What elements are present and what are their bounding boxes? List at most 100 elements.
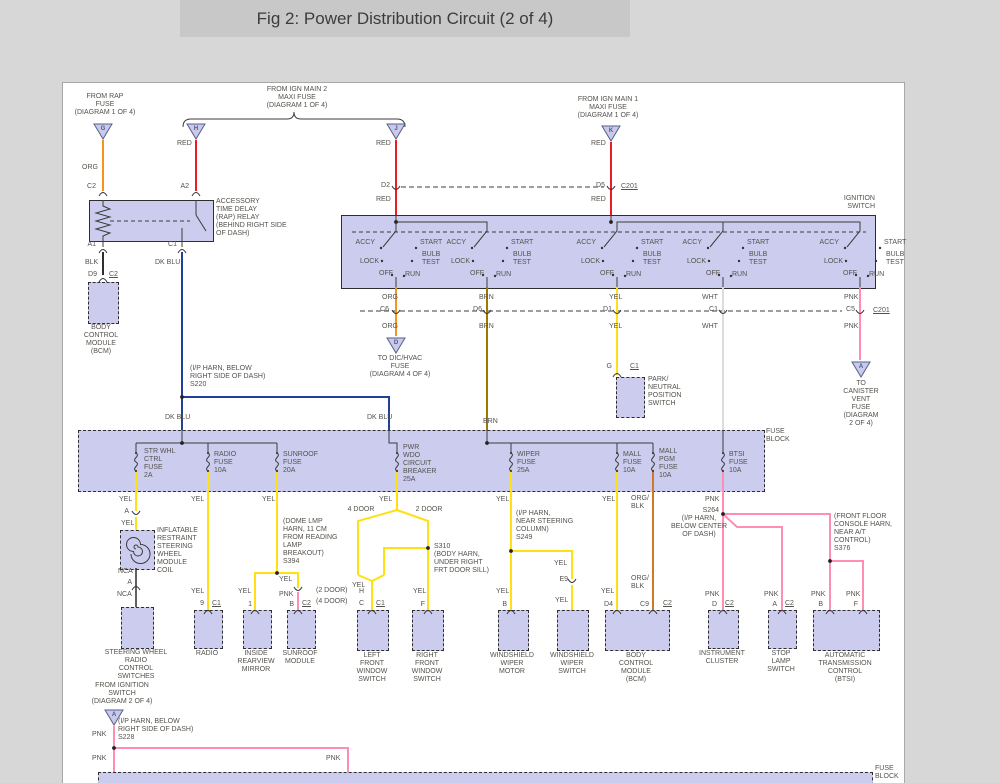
to-dic-hvac: TO DIC/HVAC FUSE (DIAGRAM 4 OF 4) bbox=[369, 355, 431, 378]
ign-bus-j bbox=[396, 221, 488, 231]
wire-pnk-ic: PNK bbox=[705, 591, 720, 598]
connector-icon bbox=[98, 192, 108, 197]
splice-dot bbox=[609, 220, 613, 224]
out-yel-radio: YEL bbox=[191, 496, 205, 503]
wire-pnk-bot1: PNK bbox=[92, 731, 107, 738]
pnp-label: PARK/ NEUTRAL POSITION SWITCH bbox=[648, 376, 682, 407]
wire-pnk-sls: PNK bbox=[764, 591, 779, 598]
ign-bus-k bbox=[616, 221, 861, 231]
conn-c1-radio: C1 bbox=[212, 600, 221, 607]
nca-label-2: NCA bbox=[117, 591, 132, 598]
nca-label-1: NCA bbox=[118, 568, 133, 575]
wire-yel-a: YEL bbox=[609, 294, 623, 301]
splice-dot bbox=[426, 546, 430, 550]
bcm-top-label: BODY CONTROL MODULE (BCM) bbox=[83, 324, 119, 355]
ign-wiper-3 bbox=[709, 222, 724, 248]
rap-relay-label: ACCESSORY TIME DELAY (RAP) RELAY (BEHIND… bbox=[216, 198, 287, 237]
wire-brn-b: BRN bbox=[479, 323, 494, 330]
fuse-element-symbol bbox=[275, 452, 279, 472]
fuse-element-symbol bbox=[134, 452, 138, 472]
splice-s394-label: (DOME LMP HARN, 11 CM FROM READING LAMP … bbox=[283, 518, 338, 565]
pin-d9: D9 bbox=[88, 271, 97, 278]
pin-d2: D2 bbox=[381, 182, 390, 189]
pin-c1-relay: C1 bbox=[168, 241, 177, 248]
bcm-bottom-label: BODY CONTROL MODULE (BCM) bbox=[618, 652, 654, 683]
ign-run-3: RUN bbox=[732, 271, 748, 278]
out-yel-coil: YEL bbox=[119, 496, 133, 503]
splice-dot bbox=[485, 441, 489, 445]
out-pnk-btsi: PNK bbox=[705, 496, 720, 503]
pin-a-sls: A bbox=[772, 601, 777, 608]
wire-red-j2-label: RED bbox=[376, 196, 391, 203]
sls-label: STOP LAMP SWITCH bbox=[767, 650, 795, 673]
connector-icon bbox=[858, 610, 868, 615]
ign-start-1: START bbox=[511, 239, 534, 246]
connector-icon bbox=[777, 610, 787, 615]
splice-dot bbox=[112, 746, 116, 750]
fuse-element-symbol bbox=[206, 452, 210, 472]
pin-d5: D5 bbox=[596, 182, 605, 189]
wire-pnk-sunroof: PNK bbox=[279, 591, 294, 598]
conn-c2-sls: C2 bbox=[785, 600, 794, 607]
pin-d1: D1 bbox=[603, 306, 612, 313]
wire-yel-mirror: YEL bbox=[238, 588, 252, 595]
ign-lock-2: LOCK bbox=[580, 258, 600, 265]
pin-a2-relay: A2 bbox=[180, 183, 189, 190]
ign-wiper-0 bbox=[382, 222, 397, 248]
pin-d4-bcm: D4 bbox=[604, 601, 613, 608]
triangle-g-letter: G bbox=[100, 126, 106, 132]
mirror-label: INSIDE REARVIEW MIRROR bbox=[237, 650, 275, 673]
connector-icon bbox=[191, 192, 201, 197]
diagram-canvas: Fig 2: Power Distribution Circuit (2 of … bbox=[0, 0, 1000, 783]
from-ignition-bottom: FROM IGNITION SWITCH (DIAGRAM 2 OF 4) bbox=[91, 682, 153, 705]
pin-c1-ign: C1 bbox=[709, 306, 718, 313]
splice-s228-label: (I/P HARN, BELOW RIGHT SIDE OF DASH) S22… bbox=[118, 718, 194, 741]
pin-e9: E9 bbox=[559, 576, 568, 583]
dkblu-branch bbox=[182, 396, 390, 430]
fuse-element-symbol bbox=[721, 452, 725, 472]
pin-9-radio: 9 bbox=[200, 600, 204, 607]
splice-s264-note: (I/P HARN, BELOW CENTER OF DASH) bbox=[670, 515, 728, 538]
label-2door: 2 DOOR bbox=[415, 506, 443, 513]
pin-c9-bcm: C9 bbox=[640, 601, 649, 608]
out-orgblk: ORG/ BLK bbox=[631, 495, 649, 510]
wire-yel-sunroof2: YEL bbox=[279, 576, 293, 583]
ic-label: INSTRUMENT CLUSTER bbox=[699, 650, 745, 665]
splice-s249-label: (I/P HARN, NEAR STEERING COLUMN) S249 bbox=[516, 510, 574, 541]
splice-dot bbox=[180, 395, 184, 399]
pin-h-lws: H bbox=[358, 588, 364, 595]
ign-run-0: RUN bbox=[405, 271, 421, 278]
pin-c5: C5 bbox=[846, 306, 855, 313]
fuse-element-symbol bbox=[651, 452, 655, 472]
fuse-mall-label: MALL FUSE 10A bbox=[623, 451, 642, 474]
wire-pnk-bot3: PNK bbox=[326, 755, 341, 762]
wire-yel-radio2: YEL bbox=[191, 588, 205, 595]
pin-a-swrc: A bbox=[127, 579, 132, 586]
fuse-element-symbol bbox=[615, 452, 619, 472]
wire-dkblu2-label: DK BLU bbox=[165, 414, 191, 421]
out-yel-mall: YEL bbox=[602, 496, 616, 503]
fuse-element-symbol bbox=[509, 452, 513, 472]
splice-dot bbox=[180, 441, 184, 445]
ign-wiper-4 bbox=[846, 222, 861, 248]
pin-c2-relay: C2 bbox=[87, 183, 96, 190]
triangle-k-letter: K bbox=[608, 128, 614, 134]
sunroof-label: SUNROOF MODULE bbox=[282, 650, 318, 665]
splice-dot bbox=[509, 549, 513, 553]
splice-dot bbox=[275, 571, 279, 575]
ign-off-3: OFF bbox=[706, 270, 720, 277]
conn-c201-right: C201 bbox=[873, 307, 890, 314]
connector-icon bbox=[131, 510, 141, 515]
wire-pnk-c5a: PNK bbox=[844, 294, 859, 301]
ws-label: WINDSHIELD WIPER SWITCH bbox=[550, 652, 594, 675]
ign-accy-4: ACCY bbox=[819, 239, 839, 246]
fuse-wiper-label: WIPER FUSE 25A bbox=[517, 451, 540, 474]
ign-lock-1: LOCK bbox=[450, 258, 470, 265]
connector-icon bbox=[648, 610, 658, 615]
yel-s310-left bbox=[383, 547, 428, 575]
pnk-atc2 bbox=[830, 560, 864, 610]
wire-yel-b: YEL bbox=[609, 323, 623, 330]
ign-wiper-2 bbox=[603, 222, 618, 248]
out-yel-pwrwdo: YEL bbox=[379, 496, 393, 503]
wire-org-c6b: ORG bbox=[382, 323, 398, 330]
